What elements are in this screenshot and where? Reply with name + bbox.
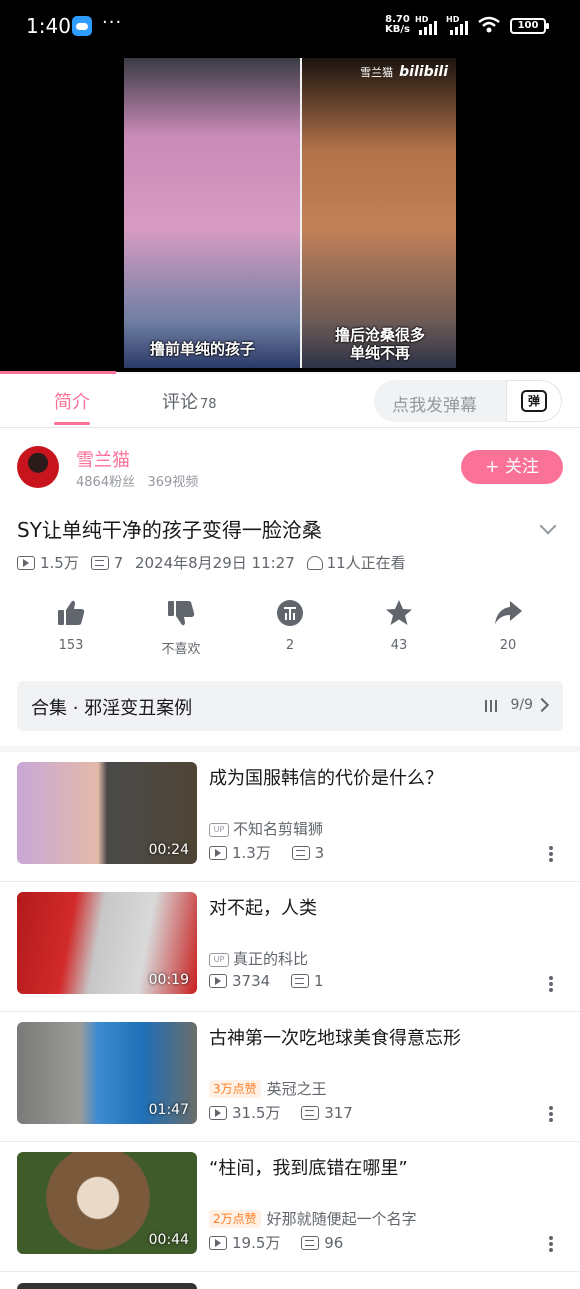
coin-button[interactable]: 2 xyxy=(250,598,330,653)
star-icon xyxy=(386,600,412,625)
dislike-button[interactable]: 不喜欢 xyxy=(141,598,221,657)
video-meta: 1.5万 7 2024年8月29日 11:27 11人正在看 xyxy=(17,552,413,573)
danmaku-count-icon xyxy=(301,1106,320,1120)
play-count-icon xyxy=(209,974,227,988)
more-options-icon[interactable] xyxy=(549,1236,553,1252)
play-count-icon xyxy=(209,1236,227,1250)
list-item[interactable]: 00:44 “柱间，我到底错在哪里” 2万点赞 好那就随便起一个名字 19.5万 … xyxy=(0,1142,580,1272)
share-button[interactable]: 20 xyxy=(468,598,548,653)
cloud-icon xyxy=(72,16,92,36)
item-title[interactable]: 成为国服韩信的代价是什么？ xyxy=(209,764,549,790)
more-dots-icon: ··· xyxy=(102,12,123,33)
tab-intro[interactable]: 简介 xyxy=(54,388,90,414)
next-item-thumbnail-partial xyxy=(17,1283,197,1289)
network-speed: 8.70 KB/s xyxy=(385,14,410,35)
video-face-right xyxy=(302,58,456,368)
danmaku-count-icon xyxy=(301,1236,320,1250)
status-time: 1:40 xyxy=(26,14,71,38)
item-stats: 31.5万 317 xyxy=(209,1102,353,1123)
thumbs-up-icon xyxy=(58,600,85,625)
video-thumbnail[interactable]: 01:47 xyxy=(17,1022,197,1124)
watching-icon xyxy=(306,556,323,570)
play-count-icon xyxy=(209,846,227,860)
caption-right: 撸后沧桑很多 单纯不再 xyxy=(334,326,425,362)
item-stats: 1.3万 3 xyxy=(209,842,324,863)
danmaku-icon: 弹 xyxy=(521,390,547,412)
up-badge: UP xyxy=(209,953,229,967)
danmaku-count-icon xyxy=(90,556,109,570)
item-title[interactable]: “柱间，我到底错在哪里” xyxy=(209,1154,549,1180)
play-count-icon xyxy=(209,1106,227,1120)
video-thumbnail[interactable]: 00:44 xyxy=(17,1152,197,1254)
item-uploader: UP 不知名剪辑狮 xyxy=(209,818,323,839)
duration-badge: 00:44 xyxy=(148,1232,189,1248)
like-button[interactable]: 153 xyxy=(31,598,111,653)
thumbs-down-icon xyxy=(168,601,195,626)
tab-intro-underline xyxy=(54,422,90,425)
duration-badge: 01:47 xyxy=(148,1102,189,1118)
chevron-right-icon xyxy=(534,697,550,713)
share-icon xyxy=(495,601,522,624)
video-title: SY让单纯干净的孩子变得一脸沧桑 xyxy=(17,518,322,542)
signal-icon: HD xyxy=(415,15,445,35)
publish-date: 2024年8月29日 11:27 xyxy=(134,554,295,572)
video-thumbnail[interactable]: 00:24 xyxy=(17,762,197,864)
related-list: 00:24 成为国服韩信的代价是什么？ UP 不知名剪辑狮 1.3万 3 00:1… xyxy=(0,752,580,1289)
tab-comments[interactable]: 评论 78 xyxy=(162,388,217,414)
avatar[interactable] xyxy=(17,446,59,488)
item-title[interactable]: 对不起，人类 xyxy=(209,894,549,920)
battery-icon: 100 xyxy=(510,18,549,34)
more-options-icon[interactable] xyxy=(549,846,553,862)
more-options-icon[interactable] xyxy=(549,1106,553,1122)
wifi-icon xyxy=(478,16,500,33)
collection-count: 9/9 xyxy=(510,697,533,713)
tab-bar: 简介 评论 78 点我发弹幕 弹 xyxy=(0,374,580,428)
coin-icon xyxy=(277,600,303,626)
uploader-stats: 4864粉丝 369视频 xyxy=(76,475,199,490)
danmaku-input[interactable]: 点我发弹幕 弹 xyxy=(374,380,562,422)
list-item[interactable]: 00:19 对不起，人类 UP 真正的科比 3734 1 xyxy=(0,882,580,1012)
likes-badge: 2万点赞 xyxy=(209,1210,261,1228)
video-frame[interactable]: 雪兰猫 bilibili 撸前单纯的孩子 撸后沧桑很多 单纯不再 xyxy=(124,58,456,368)
collection-label: 合集 · 邪淫变丑案例 xyxy=(31,698,193,719)
more-options-icon[interactable] xyxy=(549,976,553,992)
item-uploader: 2万点赞 好那就随便起一个名字 xyxy=(209,1208,417,1229)
video-info: 雪兰猫 4864粉丝 369视频 + 关注 SY让单纯干净的孩子变得一脸沧桑 1… xyxy=(0,428,580,746)
danmaku-count-icon xyxy=(290,974,309,988)
item-title[interactable]: 古神第一次吃地球美食得意忘形 xyxy=(209,1024,549,1050)
video-thumbnail[interactable]: 00:19 xyxy=(17,892,197,994)
collection-bar[interactable]: 合集 · 邪淫变丑案例 9/9 xyxy=(17,681,563,731)
chevron-down-icon[interactable] xyxy=(539,517,557,535)
video-face-left xyxy=(124,58,300,368)
caption-left: 撸前单纯的孩子 xyxy=(150,340,256,358)
play-count-icon xyxy=(17,556,35,570)
duration-badge: 00:19 xyxy=(148,972,189,988)
status-bar: 1:40 ··· 8.70 KB/s HD HD 100 xyxy=(0,0,580,56)
playlist-icon xyxy=(485,700,499,712)
favorite-button[interactable]: 43 xyxy=(359,598,439,653)
item-stats: 3734 1 xyxy=(209,972,324,990)
uploader-name[interactable]: 雪兰猫 xyxy=(76,446,130,472)
item-uploader: 3万点赞 英冠之王 xyxy=(209,1078,327,1099)
follow-button[interactable]: + 关注 xyxy=(461,450,563,484)
video-watermark: 雪兰猫 bilibili xyxy=(360,64,448,80)
item-uploader: UP 真正的科比 xyxy=(209,948,308,969)
danmaku-toggle-button[interactable]: 弹 xyxy=(506,380,562,422)
up-badge: UP xyxy=(209,823,229,837)
action-bar: 153 不喜欢 2 43 20 xyxy=(0,598,580,668)
list-item[interactable]: 00:24 成为国服韩信的代价是什么？ UP 不知名剪辑狮 1.3万 3 xyxy=(0,752,580,882)
danmaku-count-icon xyxy=(291,846,310,860)
item-stats: 19.5万 96 xyxy=(209,1232,343,1253)
signal-icon-2: HD xyxy=(446,15,476,35)
list-item[interactable]: 01:47 古神第一次吃地球美食得意忘形 3万点赞 英冠之王 31.5万 317 xyxy=(0,1012,580,1142)
video-player[interactable]: 1:40 ··· 8.70 KB/s HD HD 100 雪兰猫 bilibili… xyxy=(0,0,580,372)
duration-badge: 00:24 xyxy=(148,842,189,858)
likes-badge: 3万点赞 xyxy=(209,1080,261,1098)
